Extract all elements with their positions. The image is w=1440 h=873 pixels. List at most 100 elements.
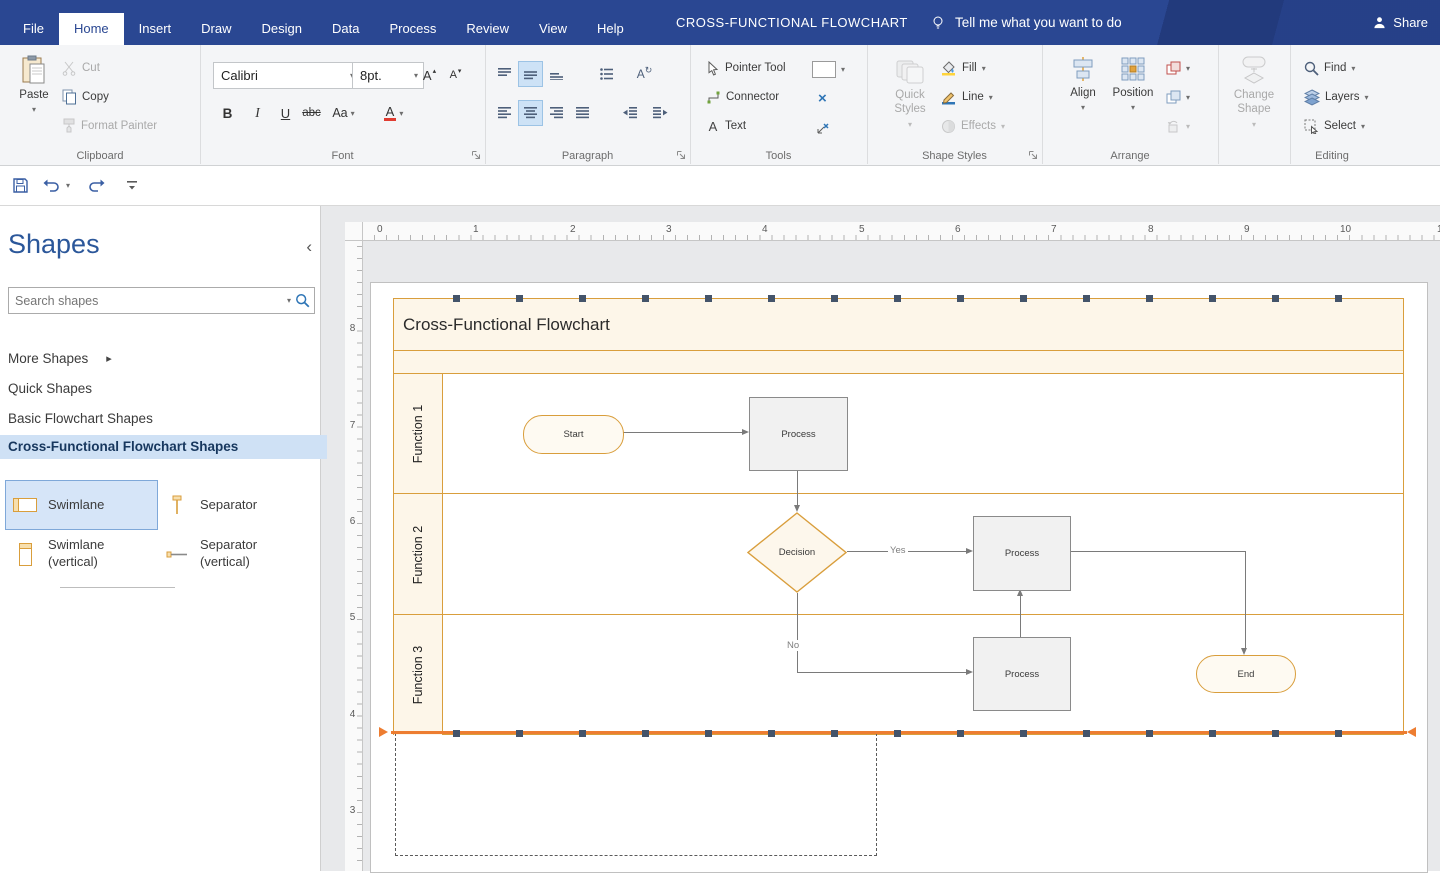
select-button[interactable]: Select ▾ (1304, 115, 1365, 137)
phase-band[interactable] (394, 350, 1403, 374)
align-middle-button[interactable] (519, 62, 542, 86)
stencil-separator[interactable]: Separator (158, 481, 318, 529)
search-icon[interactable] (295, 293, 310, 308)
change-shape-button[interactable]: Change Shape ▾ (1226, 55, 1282, 130)
text-tool-button[interactable]: A Text (706, 115, 746, 137)
connector-process2-end-vertical[interactable] (1245, 551, 1246, 649)
connector-decision-process3-vertical[interactable] (797, 593, 798, 673)
cut-button[interactable]: Cut (62, 57, 100, 79)
italic-button[interactable]: I (246, 101, 269, 125)
change-case-button[interactable]: Aa▾ (332, 101, 355, 125)
tab-help[interactable]: Help (582, 13, 639, 45)
rectangle-tool-button[interactable]: ▾ (812, 58, 845, 80)
bring-forward-button[interactable]: ▾ (1166, 57, 1190, 79)
fill-button[interactable]: Fill ▾ (941, 57, 986, 79)
align-bottom-button[interactable] (545, 62, 568, 86)
tab-review[interactable]: Review (451, 13, 524, 45)
increase-indent-icon (653, 107, 668, 119)
redo-button[interactable] (84, 175, 108, 195)
share-button[interactable]: Share (1372, 0, 1428, 45)
justify-button[interactable] (571, 101, 594, 125)
underline-button[interactable]: U (274, 101, 297, 125)
find-button[interactable]: Find ▾ (1304, 57, 1355, 79)
process-node-1[interactable]: Process (749, 397, 848, 471)
tab-draw[interactable]: Draw (186, 13, 246, 45)
tab-view[interactable]: View (524, 13, 582, 45)
group-button[interactable]: ▾ (1166, 86, 1190, 108)
selection-handles-top[interactable] (453, 295, 1346, 302)
copy-button[interactable]: Copy (62, 86, 109, 108)
connector-decision-process3-horizontal[interactable] (797, 672, 967, 673)
align-right-button[interactable] (545, 101, 568, 125)
align-left-button[interactable] (493, 101, 516, 125)
connector-process1-decision[interactable] (797, 469, 798, 506)
arrowhead-icon (742, 429, 749, 435)
tab-home[interactable]: Home (59, 13, 124, 45)
rotate-text-button[interactable]: A↻ (633, 62, 656, 86)
align-center-button[interactable] (519, 101, 542, 125)
paragraph-dialog-launcher-icon[interactable] (676, 150, 686, 160)
end-node[interactable]: End (1196, 655, 1296, 693)
stencil-separator-vertical[interactable]: Separator (vertical) (158, 527, 318, 581)
undo-dropdown-icon[interactable]: ▾ (66, 181, 70, 190)
pointer-tool-button[interactable]: Pointer Tool (706, 57, 786, 79)
start-node[interactable]: Start (523, 415, 624, 454)
layers-button[interactable]: Layers ▾ (1304, 86, 1369, 108)
section-quick-shapes[interactable]: Quick Shapes (8, 381, 92, 396)
font-dialog-launcher-icon[interactable] (471, 150, 481, 160)
position-button[interactable]: Position ▾ (1108, 55, 1158, 113)
tab-insert[interactable]: Insert (124, 13, 187, 45)
decision-node[interactable]: Decision (747, 512, 847, 593)
selection-handles-bottom[interactable] (453, 730, 1346, 737)
align-top-button[interactable] (493, 62, 516, 86)
search-dropdown-icon[interactable]: ▾ (287, 296, 291, 305)
stencil-swimlane-vertical[interactable]: Swimlane (vertical) (6, 527, 157, 581)
section-basic-flowchart-shapes[interactable]: Basic Flowchart Shapes (8, 411, 153, 426)
swimlane-label-function1[interactable]: Function 1 (394, 374, 443, 494)
shrink-font-button[interactable]: A▾ (444, 63, 467, 87)
effects-button[interactable]: Effects ▾ (941, 115, 1005, 137)
quick-styles-button[interactable]: Quick Styles ▾ (883, 55, 937, 130)
shape-styles-dialog-launcher-icon[interactable] (1028, 150, 1038, 160)
font-color-button[interactable]: A ▾ (382, 101, 405, 125)
process-node-3[interactable]: Process (973, 637, 1071, 711)
line-button[interactable]: Line ▾ (941, 86, 993, 108)
flowchart-title-band[interactable]: Cross-Functional Flowchart (394, 299, 1403, 350)
delete-tool-button[interactable]: × (818, 87, 827, 109)
format-painter-button[interactable]: Format Painter (62, 115, 157, 137)
increase-indent-button[interactable] (649, 101, 672, 125)
customize-quick-access-button[interactable] (120, 175, 144, 195)
connector-process2-end-horizontal[interactable] (1069, 551, 1246, 552)
tell-me-box[interactable]: Tell me what you want to do (930, 0, 1122, 45)
swimlane-label-function3[interactable]: Function 3 (394, 615, 443, 735)
tab-data[interactable]: Data (317, 13, 374, 45)
italic-label: I (255, 105, 260, 121)
process-node-2[interactable]: Process (973, 516, 1071, 591)
lane-title: Function 2 (411, 525, 425, 583)
bold-button[interactable]: B (216, 101, 239, 125)
bullets-button[interactable] (595, 62, 618, 86)
save-button[interactable] (8, 175, 32, 195)
more-shapes-link[interactable]: More Shapes ▸ (8, 351, 112, 366)
strikethrough-button[interactable]: abc (300, 101, 323, 125)
connector-start-process1[interactable] (622, 432, 743, 433)
stencil-swimlane[interactable]: Swimlane (6, 481, 157, 529)
tab-file[interactable]: File (8, 13, 59, 45)
search-shapes-input[interactable] (9, 294, 283, 308)
swimlane-label-function2[interactable]: Function 2 (394, 494, 443, 615)
rotate-shapes-button[interactable]: ▾ (1166, 115, 1190, 137)
undo-button[interactable] (40, 175, 64, 195)
section-cross-functional-shapes[interactable]: Cross-Functional Flowchart Shapes (0, 435, 327, 459)
grow-font-button[interactable]: A▴ (418, 63, 441, 87)
align-button[interactable]: Align ▾ (1060, 55, 1106, 113)
connector-process3-process2[interactable] (1020, 596, 1021, 637)
connection-point-tool-button[interactable] (816, 116, 831, 138)
connector-tool-button[interactable]: Connector (706, 86, 779, 108)
font-size-combobox[interactable]: 8pt. ▾ (352, 62, 424, 89)
collapse-panel-icon[interactable]: ‹ (306, 237, 312, 257)
tab-process[interactable]: Process (374, 13, 451, 45)
font-family-combobox[interactable]: Calibri ▾ (213, 62, 360, 89)
decrease-indent-button[interactable] (619, 101, 642, 125)
paste-button[interactable]: Paste ▾ (12, 55, 56, 115)
tab-design[interactable]: Design (247, 13, 317, 45)
